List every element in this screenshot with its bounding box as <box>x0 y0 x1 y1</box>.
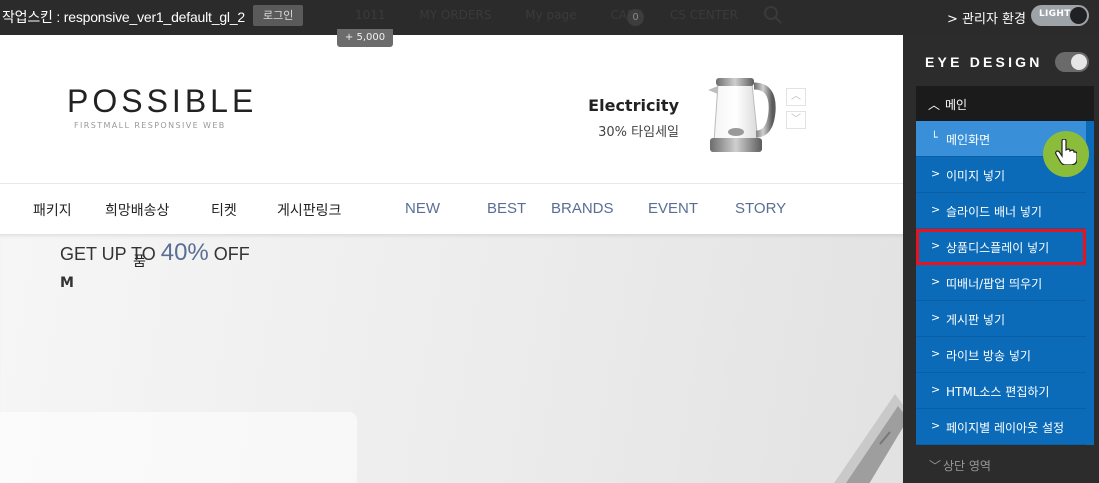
nav-item-board-link[interactable]: 게시판링크 <box>277 200 341 220</box>
panel-title: EYE DESIGN <box>925 54 1043 70</box>
hero-headline: GET UP TO 40% OFF <box>60 239 250 267</box>
menu-scrollbar[interactable] <box>1086 121 1094 445</box>
menu-item-label: HTML소스 편집하기 <box>946 385 1050 399</box>
hero-headline-percent: 40% <box>160 239 209 266</box>
menu-section-main[interactable]: ︿ 메인 <box>916 86 1094 121</box>
menu-section-top-area[interactable]: ﹀ 상단 영역 <box>916 446 1094 483</box>
admin-top-bar: 작업스킨 : responsive_ver1_default_gl_2 로그인 … <box>0 0 1099 35</box>
chevron-right-icon: > <box>931 239 941 252</box>
nav-item-wish-delivery[interactable]: 희망배송상 <box>105 200 169 220</box>
chevron-right-icon: > <box>931 419 941 432</box>
kettle-product-image[interactable] <box>700 72 780 157</box>
toggle-knob <box>1070 7 1087 24</box>
nav-item-best[interactable]: BEST <box>487 200 526 217</box>
cart-count-badge: 0 <box>627 9 644 26</box>
nav-item-story[interactable]: STORY <box>735 200 786 217</box>
chevron-right-icon: > <box>931 203 941 216</box>
tree-branch-icon: └ <box>931 131 938 144</box>
nav-item-event[interactable]: EVENT <box>648 200 698 217</box>
site-preview: POSSIBLE FIRSTMALL RESPONSIVE WEB Electr… <box>0 35 903 483</box>
eye-design-toggle[interactable] <box>1055 52 1089 72</box>
promo-subtitle: 30% 타임세일 <box>598 125 679 140</box>
menu-item-label: 라이브 방송 넣기 <box>946 349 1031 363</box>
menu-item-insert-board[interactable]: > 게시판 넣기 <box>916 301 1086 337</box>
hero-phone-edge-image <box>834 394 903 483</box>
hero-headline-prefix: GET UP TO <box>60 244 161 264</box>
menu-item-page-layout[interactable]: > 페이지별 레이아웃 설정 <box>916 409 1086 445</box>
menu-item-insert-live[interactable]: > 라이브 방송 넣기 <box>916 337 1086 373</box>
menu-item-strip-banner-popup[interactable]: > 띠배너/팝업 띄우기 <box>916 265 1086 301</box>
menu-item-insert-slide-banner[interactable]: > 슬라이드 배너 넣기 <box>916 193 1086 229</box>
menu-item-label: 페이지별 레이아웃 설정 <box>946 421 1065 435</box>
nav-item-brands[interactable]: BRANDS <box>551 200 614 217</box>
price-tag-tooltip: + 5,000 <box>337 29 393 47</box>
menu-item-edit-html[interactable]: > HTML소스 편집하기 <box>916 373 1086 409</box>
hero-headline-suffix: OFF <box>208 244 250 264</box>
menu-item-label: 슬라이드 배너 넣기 <box>946 205 1042 219</box>
hero-second-line: M <box>60 275 74 291</box>
hero-text-card <box>0 412 357 483</box>
site-logo-subtitle: FIRSTMALL RESPONSIVE WEB <box>74 121 226 130</box>
chevron-right-icon: > <box>931 275 941 288</box>
menu-item-label: 메인화면 <box>946 133 991 147</box>
site-logo[interactable]: POSSIBLE <box>67 83 257 120</box>
promo-title[interactable]: Electricity <box>559 96 679 115</box>
ghost-site-nav: 1011 MY ORDERS My page CART <box>355 8 672 22</box>
menu-item-label: 이미지 넣기 <box>946 169 1006 183</box>
menu-item-label: 게시판 넣기 <box>946 313 1006 327</box>
eye-design-panel: EYE DESIGN ︿ 메인 └ 메인화면 > 이미지 넣기 > 슬라이드 배… <box>903 35 1099 483</box>
chevron-right-icon: > <box>931 347 941 360</box>
chevron-down-icon: ﹀ <box>929 459 942 473</box>
light-toggle-label: LIGHT <box>1039 9 1071 19</box>
menu-item-label: 상품디스플레이 넣기 <box>946 241 1050 255</box>
nav-item-ticket[interactable]: 티켓 <box>211 200 237 220</box>
working-skin-label: 작업스킨 : responsive_ver1_default_gl_2 <box>2 9 245 25</box>
light-dark-toggle[interactable]: LIGHT <box>1031 5 1089 26</box>
menu-item-insert-product-display[interactable]: > 상품디스플레이 넣기 <box>916 229 1086 265</box>
nav-divider <box>0 183 903 184</box>
chevron-up-icon: ︿ <box>928 98 941 112</box>
menu-item-label: 띠배너/팝업 띄우기 <box>946 277 1043 291</box>
promo-prev-button[interactable]: ︿ <box>786 88 806 106</box>
ghost-cs-center-link[interactable]: CS CENTER <box>670 8 738 22</box>
nav-item-new[interactable]: NEW <box>405 200 440 217</box>
ghost-nav-item[interactable]: 1011 <box>355 8 386 22</box>
search-icon[interactable] <box>763 5 783 25</box>
login-button[interactable]: 로그인 <box>253 5 304 26</box>
menu-section-label: 상단 영역 <box>943 459 991 473</box>
nav-item-package[interactable]: 패키지 <box>33 200 72 220</box>
chevron-right-icon: > <box>931 311 941 324</box>
hero-banner[interactable] <box>0 234 903 483</box>
chevron-right-icon: > <box>931 167 941 180</box>
ghost-nav-item[interactable]: My page <box>525 8 576 22</box>
promo-next-button[interactable]: ﹀ <box>786 111 806 129</box>
ghost-nav-item[interactable]: MY ORDERS <box>419 8 491 22</box>
chevron-right-icon: > <box>931 383 941 396</box>
hand-cursor-icon <box>1055 139 1077 165</box>
admin-environment-link[interactable]: > 관리자 환경 <box>947 8 1026 27</box>
menu-section-label: 메인 <box>945 98 968 112</box>
toggle-knob <box>1071 54 1087 70</box>
